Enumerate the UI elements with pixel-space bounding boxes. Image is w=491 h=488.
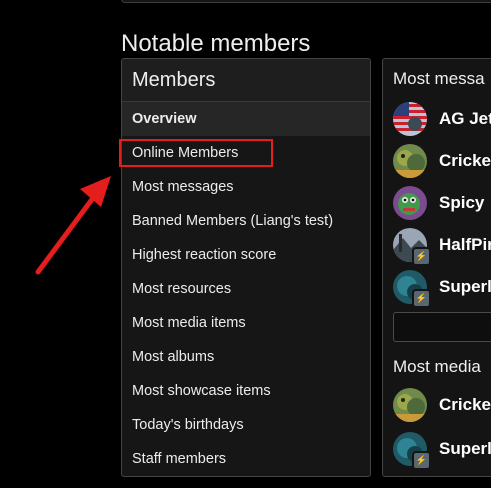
lightning-icon: ⚡ (412, 247, 431, 266)
member-name[interactable]: HalfPir (439, 235, 491, 255)
teal-avatar[interactable]: ⚡ (393, 432, 431, 470)
teal-avatar[interactable]: ⚡ (393, 270, 431, 308)
page: Notable members Members Overview Online … (0, 0, 491, 488)
nav-item-most-albums[interactable]: Most albums (122, 340, 370, 374)
nav-item-most-media-items[interactable]: Most media items (122, 306, 370, 340)
nav-item-most-messages[interactable]: Most messages (122, 170, 370, 204)
member-name[interactable]: Cricke (439, 395, 491, 415)
most-media-title: Most media (393, 357, 481, 376)
members-nav-header: Members (122, 59, 370, 102)
member-row[interactable]: Cricke (393, 387, 491, 423)
member-row[interactable]: ⚡ HalfPir (393, 227, 491, 266)
members-nav-block: Members Overview Online Members Most mes… (121, 58, 371, 477)
member-row[interactable]: AG Jet (393, 101, 491, 137)
nav-item-banned-members[interactable]: Banned Members (Liang's test) (122, 204, 370, 238)
nav-item-most-resources[interactable]: Most resources (122, 272, 370, 306)
notable-members-panel: Most messa AG Jet Cricke Spicy ⚡ HalfPir… (382, 58, 491, 477)
previous-block-edge (121, 0, 491, 3)
flag-avatar[interactable] (393, 102, 427, 136)
most-messages-title: Most messa (393, 69, 485, 88)
landscape-avatar[interactable]: ⚡ (393, 228, 431, 266)
frog-purple-avatar[interactable] (393, 186, 427, 220)
member-name[interactable]: Cricke (439, 151, 491, 171)
member-row[interactable]: ⚡ Superl (393, 431, 491, 470)
member-name[interactable]: Superl (439, 439, 491, 459)
lightning-icon: ⚡ (412, 451, 431, 470)
members-nav-list: Overview Online Members Most messages Ba… (122, 102, 370, 476)
more-button[interactable] (393, 312, 491, 342)
frog-avatar[interactable] (393, 144, 427, 178)
member-row[interactable]: Cricke (393, 143, 491, 179)
frog-avatar[interactable] (393, 388, 427, 422)
member-row[interactable]: ⚡ Superl (393, 269, 491, 308)
nav-item-most-showcase-items[interactable]: Most showcase items (122, 374, 370, 408)
nav-item-online-members[interactable]: Online Members (122, 136, 370, 170)
member-row[interactable]: Spicy (393, 185, 484, 221)
member-name[interactable]: AG Jet (439, 109, 491, 129)
nav-item-todays-birthdays[interactable]: Today's birthdays (122, 408, 370, 442)
nav-item-staff-members[interactable]: Staff members (122, 442, 370, 476)
nav-item-overview[interactable]: Overview (122, 102, 370, 136)
member-name[interactable]: Superl (439, 277, 491, 297)
page-title: Notable members (121, 30, 311, 58)
nav-item-highest-reaction-score[interactable]: Highest reaction score (122, 238, 370, 272)
member-name[interactable]: Spicy (439, 193, 484, 213)
lightning-icon: ⚡ (412, 289, 431, 308)
